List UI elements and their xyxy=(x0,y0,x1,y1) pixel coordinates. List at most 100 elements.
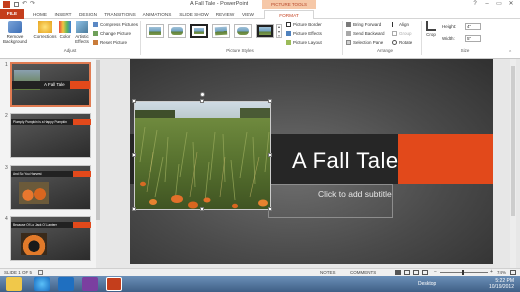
compress-pictures-button[interactable]: Compress Pictures xyxy=(93,21,138,28)
slide-sorter-icon[interactable] xyxy=(404,270,410,275)
artistic-effects-button[interactable]: Artistic Effects xyxy=(73,21,91,47)
resize-handle[interactable] xyxy=(268,99,272,103)
picture-style-thumb[interactable] xyxy=(256,24,274,38)
internet-explorer-icon[interactable] xyxy=(34,277,50,291)
width-input[interactable]: 5" xyxy=(465,35,481,42)
spell-check-icon[interactable] xyxy=(38,270,43,275)
resize-handle[interactable] xyxy=(200,99,204,103)
fit-slide-icon[interactable] xyxy=(510,270,516,275)
notes-button[interactable]: NOTES xyxy=(320,270,336,275)
desktop-toolbar[interactable]: Desktop xyxy=(418,281,436,287)
redo-icon[interactable]: ↷ xyxy=(30,1,35,8)
zoom-slider-thumb[interactable] xyxy=(462,270,464,275)
send-backward-button[interactable]: Send Backward xyxy=(346,30,385,37)
adjust-group-label: Adjust xyxy=(63,48,77,53)
rotation-handle[interactable] xyxy=(200,92,205,97)
crop-button[interactable]: Crop xyxy=(424,21,438,47)
subtitle-placeholder[interactable]: Click to add subtitle xyxy=(318,189,392,199)
crop-label: Crop xyxy=(426,32,436,37)
crop-icon xyxy=(426,21,436,31)
resize-handle[interactable] xyxy=(132,99,136,103)
rotate-button[interactable]: Rotate xyxy=(392,39,412,46)
reset-picture-button[interactable]: Reset Picture xyxy=(93,39,127,46)
slide-number: 2 xyxy=(5,113,8,119)
resize-handle[interactable] xyxy=(268,207,272,211)
picture-style-thumb[interactable] xyxy=(146,24,164,38)
gallery-scroll-more-icon[interactable]: ▴ ▾ ▿ xyxy=(276,24,282,38)
zoom-in-icon[interactable]: + xyxy=(490,269,493,275)
picture-effects-button[interactable]: Picture Effects xyxy=(286,30,322,37)
file-explorer-icon[interactable] xyxy=(6,277,22,291)
onenote-icon[interactable] xyxy=(82,277,98,291)
change-picture-icon xyxy=(93,31,98,37)
slide-thumbnail-2[interactable]: Plumply Pumpkin is a Happy Pumpkin xyxy=(10,113,91,158)
tab-home[interactable]: HOME xyxy=(30,10,50,19)
slide-thumbnail-1[interactable]: A Fall Tale xyxy=(10,62,91,107)
slide-show-icon[interactable] xyxy=(422,270,428,275)
tab-design[interactable]: DESIGN xyxy=(76,10,100,19)
tab-insert[interactable]: INSERT xyxy=(52,10,74,19)
height-label: Height: xyxy=(442,24,457,29)
change-picture-button[interactable]: Change Picture xyxy=(93,30,131,37)
orange-accent-block[interactable] xyxy=(398,134,493,184)
picture-layout-button[interactable]: Picture Layout xyxy=(286,39,322,46)
help-button[interactable]: ? xyxy=(470,0,480,9)
remove-background-label: Remove Background xyxy=(2,34,28,44)
selection-pane-button[interactable]: Selection Pane xyxy=(346,39,383,46)
resize-handle[interactable] xyxy=(268,153,272,157)
remove-background-button[interactable]: Remove Background xyxy=(2,21,28,47)
compress-pictures-label: Compress Pictures xyxy=(100,22,139,27)
picture-border-button[interactable]: Picture Border xyxy=(286,21,322,28)
zoom-slider[interactable] xyxy=(440,272,488,273)
save-icon[interactable] xyxy=(14,2,19,7)
picture-border-label: Picture Border xyxy=(293,22,322,27)
resize-handle[interactable] xyxy=(132,153,136,157)
group-button[interactable]: Group xyxy=(392,30,412,37)
zoom-out-icon[interactable]: − xyxy=(434,269,437,275)
picture-style-thumb[interactable] xyxy=(234,24,252,38)
slide-thumbnail-4[interactable]: Because Of Lo Jack O'-Lantern xyxy=(10,216,91,261)
height-input[interactable]: 4" xyxy=(465,23,481,30)
slide-title[interactable]: A Fall Tale xyxy=(292,148,399,174)
tab-slide-show[interactable]: SLIDE SHOW xyxy=(177,10,211,19)
canvas-scrollbar-thumb[interactable] xyxy=(511,66,515,216)
bring-forward-icon xyxy=(346,22,351,28)
tab-format[interactable]: FORMAT xyxy=(264,10,314,19)
tab-review[interactable]: REVIEW xyxy=(214,10,236,19)
zoom-level[interactable]: 74% xyxy=(497,270,506,275)
slide-number: 3 xyxy=(5,165,8,171)
tab-file[interactable]: FILE xyxy=(0,9,24,19)
normal-view-icon[interactable] xyxy=(395,270,401,275)
bring-forward-label: Bring Forward xyxy=(353,22,382,27)
thumbnail-title: A Fall Tale xyxy=(44,82,65,87)
color-label: Color xyxy=(59,34,71,39)
undo-icon[interactable]: ↶ xyxy=(22,1,27,8)
clock-date[interactable]: 10/19/2012 xyxy=(478,284,514,290)
close-button[interactable]: ✕ xyxy=(506,0,516,9)
picture-style-thumb[interactable] xyxy=(212,24,230,38)
picture-style-thumb[interactable] xyxy=(168,24,186,38)
window-title: A Fall Tale - PowerPoint xyxy=(190,1,249,7)
comments-button[interactable]: COMMENTS xyxy=(350,270,376,275)
align-button[interactable]: Align xyxy=(392,21,409,28)
tab-transitions[interactable]: TRANSITIONS xyxy=(102,10,138,19)
collapse-ribbon-icon[interactable]: ⌃ xyxy=(508,50,512,56)
resize-handle[interactable] xyxy=(132,207,136,211)
slide-thumbnail-3[interactable]: And So You Harvest xyxy=(10,165,91,210)
picture-effects-label: Picture Effects xyxy=(293,31,322,36)
tab-animations[interactable]: ANIMATIONS xyxy=(140,10,174,19)
corrections-button[interactable]: Corrections xyxy=(32,21,58,47)
reading-view-icon[interactable] xyxy=(413,270,419,275)
bring-forward-button[interactable]: Bring Forward xyxy=(346,21,381,28)
pumpkin-patch-photo[interactable] xyxy=(134,101,271,210)
outlook-icon[interactable] xyxy=(58,277,74,291)
picture-style-thumb[interactable] xyxy=(190,24,208,38)
color-button[interactable]: Color xyxy=(58,21,72,47)
tab-view[interactable]: VIEW xyxy=(239,10,257,19)
powerpoint-icon[interactable] xyxy=(106,277,122,291)
minimize-button[interactable]: – xyxy=(482,0,492,9)
restore-button[interactable]: ▭ xyxy=(494,0,504,9)
resize-handle[interactable] xyxy=(200,207,204,211)
slide-indicator: SLIDE 1 OF 5 xyxy=(4,270,33,275)
rotate-icon xyxy=(392,40,397,46)
